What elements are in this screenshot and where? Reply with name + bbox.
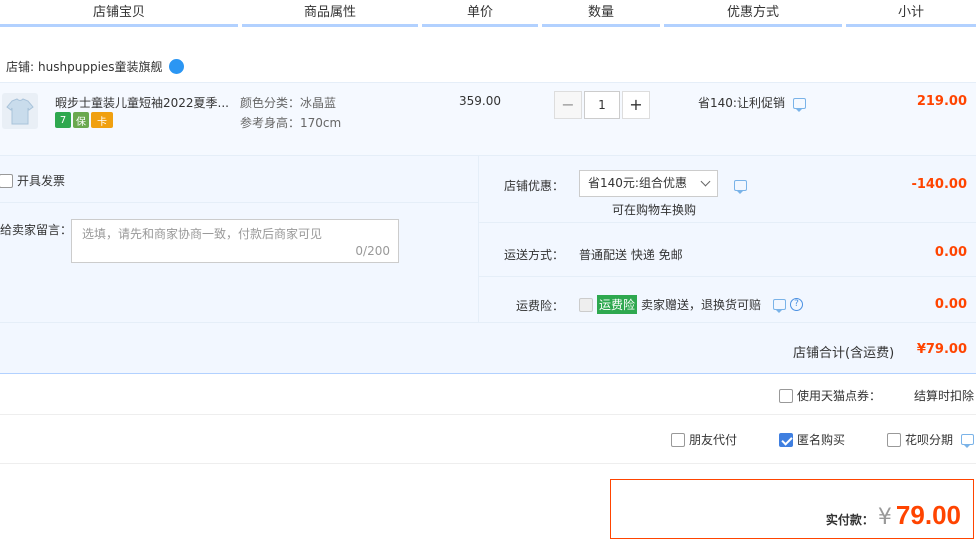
message-label: 给卖家留言： [0, 223, 73, 237]
quantity-input[interactable]: 1 [584, 91, 620, 119]
friend-pay-option[interactable]: 朋友代付 [671, 431, 737, 448]
panel-divider [478, 156, 479, 322]
tmall-points-label: 使用天猫点券： [797, 389, 882, 403]
quantity-stepper: − 1 + [554, 91, 650, 119]
shipping-value: 普通配送 快递 免邮 [579, 248, 683, 262]
seven-day-return-icon: 7 [55, 112, 71, 128]
item-row: 暇步士童装儿童短袖2022夏季... 7 保 卡 颜色分类：冰晶蓝 参考身高：1… [0, 82, 976, 156]
column-header-attributes: 商品属性 [242, 0, 418, 27]
huabei-checkbox[interactable] [887, 432, 901, 447]
product-title-link[interactable]: 暇步士童装儿童短袖2022夏季... [55, 94, 229, 111]
invoice-option[interactable]: 开具发票 [0, 172, 65, 189]
payment-label: 实付款： [825, 513, 874, 527]
payment-amount: 79.00 [895, 500, 961, 530]
shop-total-label: 店铺合计(含运费) [793, 346, 895, 361]
message-placeholder: 选填，请先和商家协商一致，付款后商家可见 [82, 227, 323, 241]
shop-discount-select[interactable]: 省140元:组合优惠 [579, 170, 718, 197]
insurance-amount: 0.00 [934, 297, 967, 312]
divider [0, 322, 976, 323]
shop-total-amount: ¥79.00 [916, 342, 967, 357]
tmall-points-option[interactable]: 使用天猫点券： [779, 387, 881, 404]
column-header-shop-item: 店铺宝贝 [0, 0, 238, 27]
insurance-checkbox [579, 297, 593, 312]
shop-name-link[interactable]: hushpuppies童装旗舰 [38, 58, 163, 75]
message-textarea[interactable]: 选填，请先和商家协商一致，付款后商家可见 0/200 [71, 219, 399, 263]
insurance-label: 运费险： [516, 299, 565, 313]
item-promo: 省140:让利促销 [698, 94, 806, 112]
column-header-discount: 优惠方式 [664, 0, 842, 27]
insurance-tag: 运费险 [597, 295, 638, 314]
shipping-amount: 0.00 [934, 245, 967, 260]
anonymous-checkbox[interactable] [779, 432, 793, 447]
chevron-down-icon [700, 176, 711, 187]
attr-color: 颜色分类：冰晶蓝 [240, 96, 337, 110]
item-subtotal: 219.00 [916, 94, 967, 109]
decrease-quantity-button[interactable]: − [554, 91, 582, 119]
divider [479, 276, 976, 277]
payment-summary-box: 实付款： ¥ 79.00 [610, 479, 974, 539]
anonymous-label: 匿名购买 [797, 433, 846, 447]
unit-price: 359.00 [459, 94, 501, 108]
product-thumbnail[interactable] [2, 93, 38, 129]
shop-line: 店铺: hushpuppies童装旗舰 [0, 58, 184, 75]
column-header-quantity: 数量 [542, 0, 660, 27]
divider [0, 463, 976, 464]
anonymous-option[interactable]: 匿名购买 [779, 431, 845, 448]
currency-symbol: ¥ [877, 505, 892, 530]
item-promo-text: 省140:让利促销 [698, 96, 785, 110]
message-char-count: 0/200 [355, 244, 390, 258]
attr-height: 参考身高：170cm [240, 116, 342, 130]
shop-discount-label: 店铺优惠： [504, 179, 565, 193]
shop-discount-value: 省140元:组合优惠 [588, 176, 687, 190]
friend-pay-label: 朋友代付 [689, 433, 738, 447]
help-icon[interactable]: ? [790, 298, 804, 311]
insurance-comment-icon[interactable] [773, 299, 787, 313]
guarantee-icon: 保 [73, 112, 89, 128]
invoice-checkbox[interactable] [0, 173, 13, 188]
column-header-unit-price: 单价 [422, 0, 538, 27]
discount-note: 可在购物车换购 [612, 203, 697, 217]
tmall-points-checkbox[interactable] [779, 388, 793, 403]
divider [479, 222, 976, 223]
insurance-text: 卖家赠送，退换货可赔 [641, 298, 762, 312]
huabei-option[interactable]: 花呗分期 [887, 431, 975, 448]
insurance-row: 运费险 卖家赠送，退换货可赔 ? [579, 295, 804, 314]
increase-quantity-button[interactable]: + [622, 91, 650, 119]
discount-comment-icon[interactable] [734, 180, 747, 194]
huabei-label: 花呗分期 [905, 433, 954, 447]
shipping-label: 运送方式： [504, 248, 565, 262]
service-badges: 7 保 卡 [55, 112, 113, 128]
divider [0, 202, 478, 203]
invoice-label: 开具发票 [17, 174, 66, 188]
wangwang-chat-icon[interactable] [168, 59, 184, 74]
discount-amount: -140.00 [911, 177, 967, 192]
credit-card-icon: 卡 [91, 112, 113, 128]
column-header-subtotal: 小计 [846, 0, 976, 27]
huabei-comment-icon[interactable] [961, 434, 975, 448]
settle-note: 结算时扣除 [914, 389, 975, 403]
promo-comment-icon[interactable] [792, 98, 806, 112]
payment-total: 实付款： ¥ 79.00 [826, 500, 961, 531]
divider [0, 414, 976, 415]
shop-label: 店铺: [6, 60, 35, 74]
friend-pay-checkbox[interactable] [671, 432, 685, 447]
